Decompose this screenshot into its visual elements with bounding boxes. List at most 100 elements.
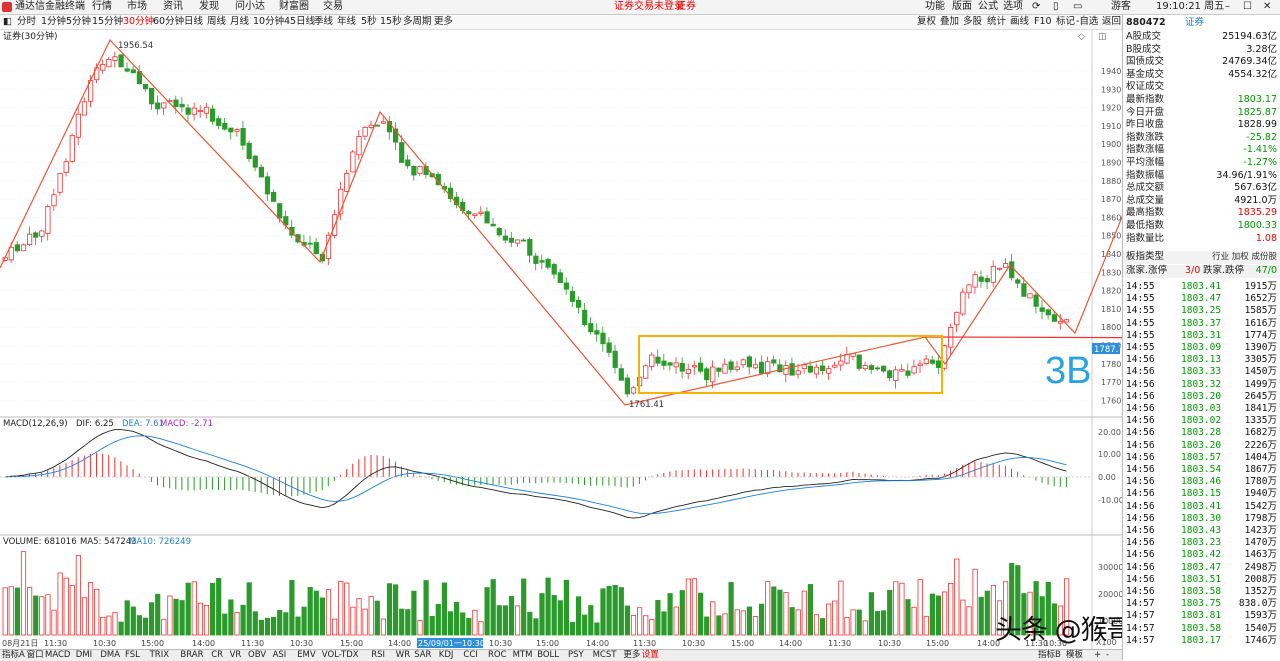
- period-week[interactable]: 周线: [207, 15, 226, 29]
- indicator-tab[interactable]: SAR: [414, 650, 431, 661]
- trade-notice-securities[interactable]: 证券: [676, 0, 696, 14]
- indicator-tab[interactable]: CR: [211, 650, 223, 661]
- period-5sec[interactable]: 5秒: [361, 15, 377, 29]
- indicator-tab[interactable]: MCST: [593, 650, 617, 661]
- period-quarter[interactable]: 季线: [314, 15, 333, 29]
- indicator-tab-right[interactable]: 模板: [1066, 650, 1083, 661]
- indicator-tab[interactable]: 窗口: [27, 650, 44, 661]
- period-5min[interactable]: 5分钟: [66, 15, 91, 29]
- candle-body: [716, 367, 722, 372]
- volume-bar: [960, 599, 966, 636]
- period-1min[interactable]: 1分钟: [41, 15, 66, 29]
- time-label: 10:30: [93, 639, 116, 648]
- board-type-links[interactable]: 行业 加权 成份股: [1212, 251, 1277, 264]
- volume-bar: [698, 592, 704, 636]
- indicator-tab[interactable]: FSL: [125, 650, 140, 661]
- mark-button[interactable]: 标记: [1056, 15, 1075, 29]
- menu-news[interactable]: 资讯: [163, 0, 183, 14]
- indicator-tab[interactable]: BOLL: [537, 650, 559, 661]
- phone-icon[interactable]: ▯: [1053, 0, 1059, 14]
- indicator-tab[interactable]: OBV: [248, 650, 266, 661]
- tick-volume: 1463万: [1244, 549, 1277, 561]
- menu-market[interactable]: 市场: [127, 0, 147, 14]
- user-label[interactable]: 游客: [1111, 0, 1131, 14]
- indicator-tab[interactable]: VOL-TDX: [322, 650, 359, 661]
- indicator-tab[interactable]: KDJ: [439, 650, 454, 661]
- menu-market-quotes[interactable]: 行情: [92, 0, 112, 14]
- menu-wealth-circle[interactable]: 财富圈: [279, 0, 309, 14]
- indicator-tab[interactable]: EMV: [297, 650, 316, 661]
- menu-function[interactable]: 功能: [925, 0, 945, 14]
- volume-bar: [746, 606, 753, 636]
- adjust-button[interactable]: 复权: [917, 15, 936, 29]
- menu-formula[interactable]: 公式: [978, 0, 998, 14]
- indicator-tab-right[interactable]: -: [1106, 650, 1109, 661]
- period-year[interactable]: 年线: [337, 15, 356, 29]
- period-60min[interactable]: 60分钟: [153, 15, 184, 29]
- volume-bar: [441, 582, 448, 636]
- indicator-tab[interactable]: WR: [396, 650, 410, 661]
- indicator-tab[interactable]: MACD: [45, 650, 70, 661]
- indicator-tab[interactable]: VR: [230, 650, 242, 661]
- indicator-tab[interactable]: 指标A: [2, 650, 25, 661]
- draw-line-button[interactable]: 画线: [1010, 15, 1029, 29]
- indicator-tab[interactable]: 更多: [623, 650, 640, 661]
- indicator-tab[interactable]: RSI: [371, 650, 385, 661]
- minimize-icon[interactable]: –: [1225, 0, 1230, 14]
- period-15min[interactable]: 15分钟: [92, 15, 123, 29]
- trade-login-notice[interactable]: 证券交易未登录: [614, 0, 684, 14]
- toggle-panel-icon[interactable]: ◧: [3, 15, 12, 29]
- indicator-tab[interactable]: MTM: [513, 650, 533, 661]
- candle-body: [1039, 307, 1045, 312]
- indicator-tab[interactable]: ASI: [273, 650, 287, 661]
- overlay-button[interactable]: 叠加: [940, 15, 959, 29]
- indicator-tab[interactable]: BRAR: [180, 650, 203, 661]
- message-icon[interactable]: ▭: [1073, 0, 1082, 14]
- indicator-tab-right[interactable]: 指标B: [1038, 650, 1061, 661]
- candle-body: [203, 106, 210, 114]
- volume-bar: [124, 600, 130, 636]
- period-intraday[interactable]: 分时: [17, 15, 36, 29]
- period-multi[interactable]: 多周期: [403, 15, 432, 29]
- indicator-tab[interactable]: 设置: [642, 650, 659, 661]
- remove-watchlist-button[interactable]: -自选: [1076, 15, 1098, 29]
- tick-row: 14:56 1803.51 2008万: [1123, 574, 1280, 586]
- time-label: 11:30: [828, 639, 851, 648]
- period-day[interactable]: 日线: [184, 15, 203, 29]
- period-month[interactable]: 月线: [230, 15, 249, 29]
- close-icon[interactable]: ✕: [1263, 0, 1271, 14]
- tick-time: 14:56: [1126, 451, 1155, 463]
- stat-label: 指数涨跌: [1126, 131, 1165, 143]
- back-button[interactable]: 返回: [1102, 15, 1121, 29]
- indicator-tab[interactable]: DMI: [76, 650, 92, 661]
- maximize-icon[interactable]: ☐: [1243, 0, 1252, 14]
- refresh-icon[interactable]: ⟳: [1032, 0, 1040, 14]
- volume-bar: [984, 590, 990, 636]
- multi-stock-button[interactable]: 多股: [963, 15, 982, 29]
- menu-trade[interactable]: 交易: [323, 0, 343, 14]
- chart-settings-icon[interactable]: ◇: [1078, 32, 1085, 42]
- period-15sec[interactable]: 15秒: [380, 15, 402, 29]
- indicator-tab[interactable]: DMA: [100, 650, 120, 661]
- statistics-button[interactable]: 统计: [987, 15, 1006, 29]
- volume-bar: [759, 603, 765, 636]
- volume-bar: [667, 593, 673, 636]
- indicator-tab[interactable]: PSY: [568, 650, 584, 661]
- menu-discover[interactable]: 发现: [199, 0, 219, 14]
- period-45day[interactable]: 45日线: [284, 15, 315, 29]
- indicator-tab[interactable]: ROC: [488, 650, 507, 661]
- menu-ask[interactable]: 问小达: [235, 0, 265, 14]
- period-10min[interactable]: 10分钟: [253, 15, 284, 29]
- f10-button[interactable]: F10: [1034, 15, 1052, 29]
- menu-layout[interactable]: 版面: [952, 0, 972, 14]
- indicator-tab[interactable]: CCI: [463, 650, 477, 661]
- period-30min[interactable]: 30分钟: [123, 15, 154, 29]
- indicator-tab-right[interactable]: +: [1094, 650, 1101, 661]
- tick-row: 14:56 1803.47 2498万: [1123, 562, 1280, 574]
- kline-chart-area[interactable]: 1940 1930 1920 1910 1900 1890 1880 1870 1860 1850…: [0, 30, 1122, 649]
- menu-options[interactable]: 选项: [1003, 0, 1023, 14]
- period-more[interactable]: 更多: [434, 15, 453, 29]
- chart-expand-icon[interactable]: ◫: [1098, 32, 1107, 42]
- indicator-tab[interactable]: TRIX: [150, 650, 169, 661]
- volume-bar: [57, 572, 63, 636]
